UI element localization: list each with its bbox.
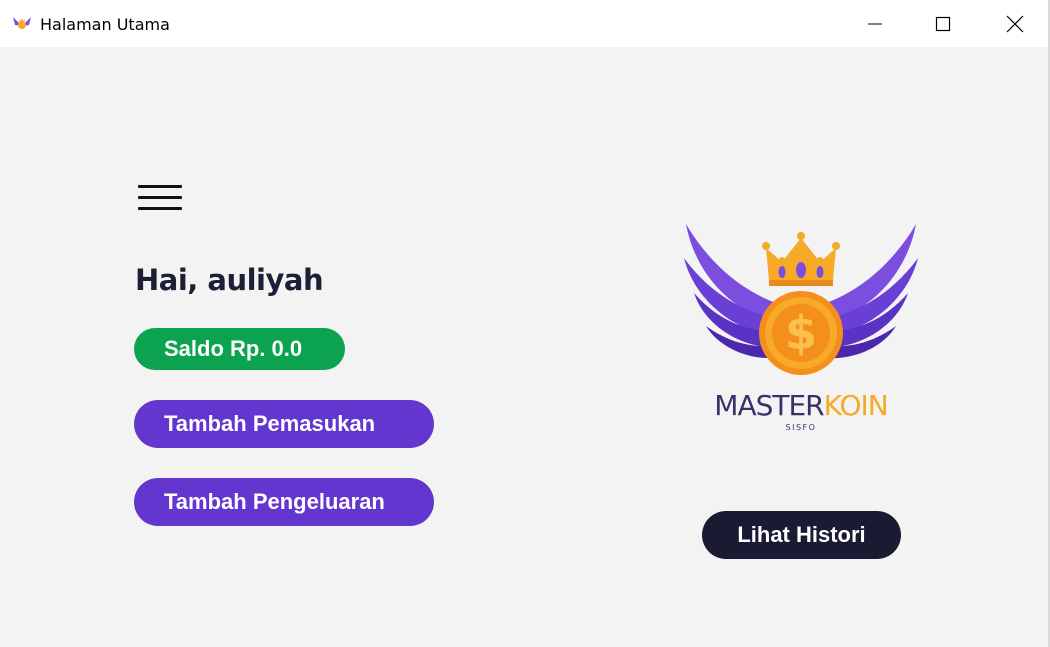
balance-badge: Saldo Rp. 0.0 [134, 328, 345, 370]
logo-tagline: SISFO [786, 423, 817, 432]
maximize-button[interactable] [908, 0, 978, 47]
window-title: Halaman Utama [40, 15, 170, 34]
close-icon [1006, 15, 1024, 32]
crown-icon [762, 232, 840, 286]
maximize-icon [935, 16, 951, 31]
close-button[interactable] [980, 0, 1050, 47]
view-history-button[interactable]: Lihat Histori [702, 511, 901, 559]
minimize-button[interactable] [840, 0, 910, 47]
add-expense-button[interactable]: Tambah Pengeluaran [134, 478, 434, 526]
greeting-heading: Hai, auliyah [135, 263, 324, 297]
logo-brand-part1: MASTER [714, 389, 824, 422]
add-income-button[interactable]: Tambah Pemasukan [134, 400, 434, 448]
svg-text:MASTERKOIN: MASTERKOIN [714, 389, 887, 422]
svg-text:$: $ [785, 306, 817, 360]
masterkoin-logo: $ MASTERKOIN SISFO [684, 224, 918, 432]
logo-brand-part2: KOIN [824, 389, 888, 422]
title-bar: Halaman Utama [0, 0, 1050, 47]
hamburger-menu-icon[interactable] [136, 183, 184, 213]
app-icon [13, 17, 31, 29]
minimize-icon [868, 23, 882, 24]
coin-icon: $ [759, 291, 843, 375]
